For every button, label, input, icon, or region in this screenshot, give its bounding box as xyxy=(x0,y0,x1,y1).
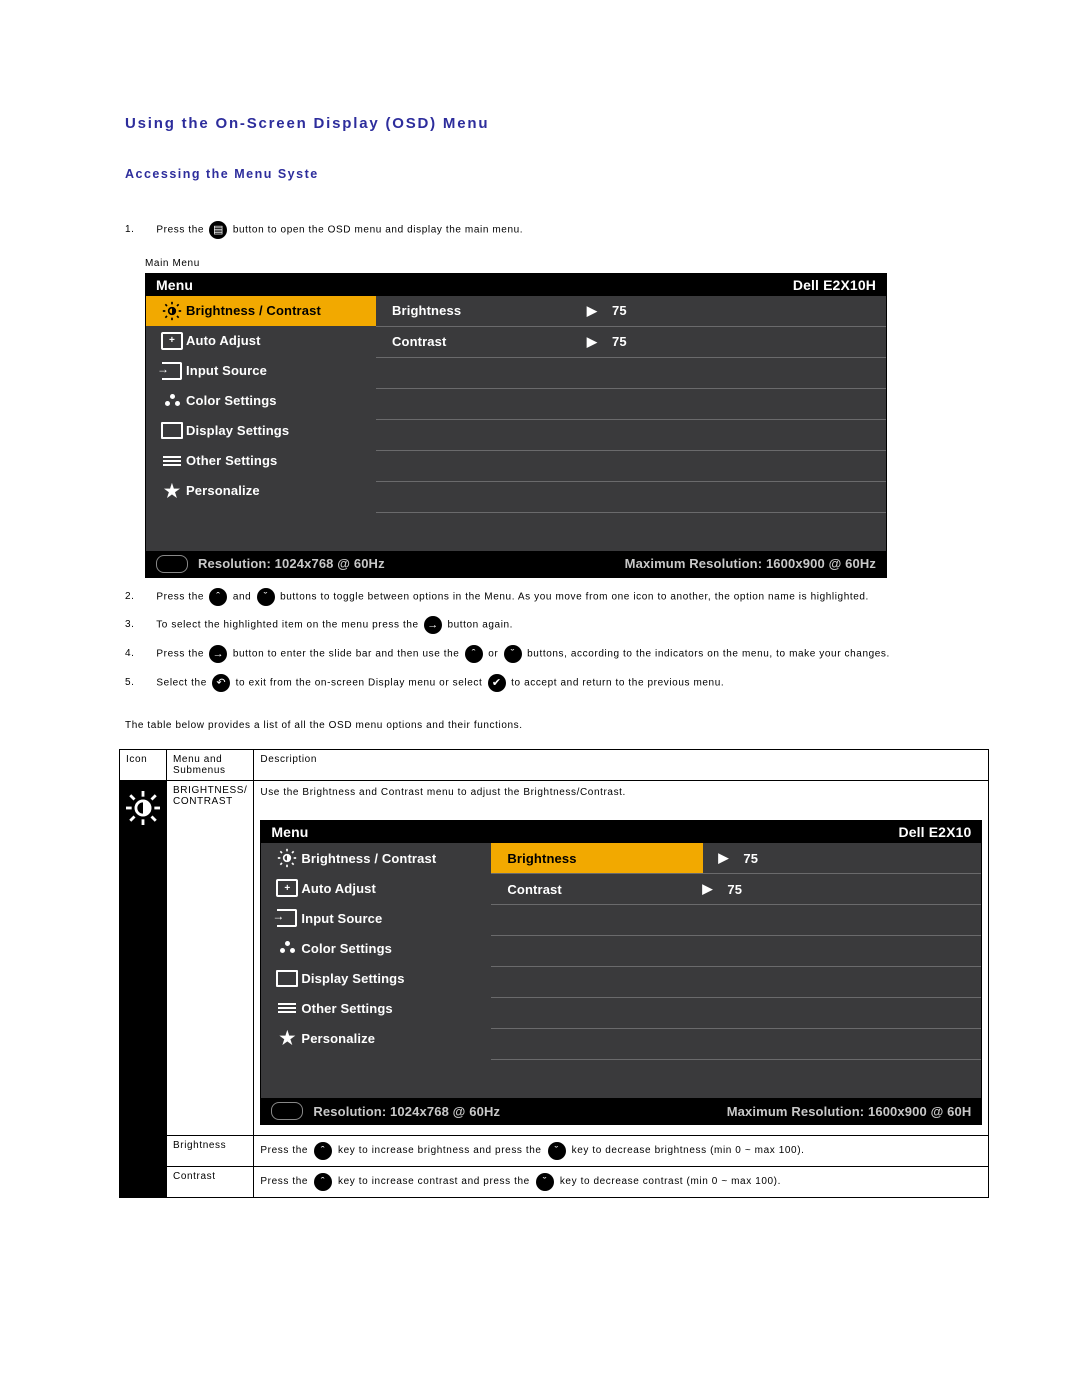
up-button-icon: ˆ xyxy=(314,1173,332,1191)
col-desc: Description xyxy=(254,750,989,781)
up-button-icon: ˆ xyxy=(465,645,483,663)
contrast-value: 75 xyxy=(727,882,777,897)
nav-color-settings[interactable]: Color Settings xyxy=(146,386,376,416)
color-settings-icon xyxy=(273,941,301,955)
enter-arrow-icon: ▶ xyxy=(687,881,727,897)
nav-auto-adjust[interactable]: + Auto Adjust xyxy=(146,326,376,356)
current-resolution: Resolution: 1024x768 @ 60Hz xyxy=(198,556,385,571)
back-button-icon: ↶ xyxy=(212,674,230,692)
osd-title: Menu xyxy=(271,824,308,840)
osd-model: Dell E2X10H xyxy=(793,277,876,293)
steps-list: 1. Press the ▤ button to open the OSD me… xyxy=(125,221,970,240)
personalize-icon: ★ xyxy=(273,1031,301,1045)
enter-button-icon: → xyxy=(424,616,442,634)
row-icon-brightness xyxy=(120,781,167,1198)
input-source-icon xyxy=(158,362,186,380)
page-heading: Using the On-Screen Display (OSD) Menu xyxy=(125,115,970,132)
section-heading: Accessing the Menu Syste xyxy=(125,167,970,181)
brightness-icon xyxy=(158,301,186,321)
main-menu-caption: Main Menu xyxy=(145,258,970,269)
nav-personalize[interactable]: ★ Personalize xyxy=(146,476,376,506)
nav-input-source[interactable]: Input Source xyxy=(261,903,491,933)
nav-brightness-contrast[interactable]: Brightness / Contrast xyxy=(146,296,376,326)
color-settings-icon xyxy=(158,394,186,408)
sub-contrast[interactable]: Contrast ▶ 75 xyxy=(491,874,981,905)
enter-button-icon: → xyxy=(209,645,227,663)
max-resolution: Maximum Resolution: 1600x900 @ 60H xyxy=(727,1104,972,1119)
osd-model: Dell E2X10 xyxy=(898,824,971,840)
sub-contrast[interactable]: Contrast ▶ 75 xyxy=(376,327,886,358)
row-desc-brightness-contrast: Use the Brightness and Contrast menu to … xyxy=(254,781,989,1136)
row-menu-brightness: Brightness xyxy=(167,1136,254,1167)
input-source-icon xyxy=(273,909,301,927)
ok-button-icon: ✔ xyxy=(488,674,506,692)
down-button-icon: ˇ xyxy=(257,588,275,606)
col-icon: Icon xyxy=(120,750,167,781)
max-resolution: Maximum Resolution: 1600x900 @ 60Hz xyxy=(625,556,876,571)
step-1: 1. Press the ▤ button to open the OSD me… xyxy=(125,221,970,240)
nav-display-settings[interactable]: Display Settings xyxy=(146,416,376,446)
current-resolution: Resolution: 1024x768 @ 60Hz xyxy=(313,1104,500,1119)
nav-color-settings[interactable]: Color Settings xyxy=(261,933,491,963)
sub-brightness[interactable]: Brightness ▶ 75 xyxy=(376,296,886,327)
table-intro: The table below provides a list of all t… xyxy=(125,720,970,731)
steps-list-cont: 2. Press the ˆ and ˇ buttons to toggle b… xyxy=(125,588,970,693)
other-settings-icon xyxy=(158,454,186,468)
col-menu: Menu and Submenus xyxy=(167,750,254,781)
nav-input-source[interactable]: Input Source xyxy=(146,356,376,386)
energy-logo-icon xyxy=(271,1102,303,1120)
step-2: 2. Press the ˆ and ˇ buttons to toggle b… xyxy=(125,588,970,607)
menu-button-icon: ▤ xyxy=(209,221,227,239)
nav-personalize[interactable]: ★Personalize xyxy=(261,1023,491,1053)
step-3: 3. To select the highlighted item on the… xyxy=(125,616,970,635)
sub-brightness[interactable]: Brightness ▶ 75 xyxy=(491,843,981,874)
brightness-icon xyxy=(273,848,301,868)
brightness-value: 75 xyxy=(743,851,793,866)
row-desc-brightness: Press the ˆ key to increase brightness a… xyxy=(254,1136,989,1167)
down-button-icon: ˇ xyxy=(548,1142,566,1160)
row-desc-contrast: Press the ˆ key to increase contrast and… xyxy=(254,1167,989,1198)
other-settings-icon xyxy=(273,1001,301,1015)
osd-main-menu: Menu Dell E2X10H Brightness / Contrast +… xyxy=(145,273,887,578)
up-button-icon: ˆ xyxy=(209,588,227,606)
nav-display-settings[interactable]: Display Settings xyxy=(261,963,491,993)
down-button-icon: ˇ xyxy=(536,1173,554,1191)
display-settings-icon xyxy=(273,970,301,987)
brightness-value: 75 xyxy=(612,303,662,318)
up-button-icon: ˆ xyxy=(314,1142,332,1160)
down-button-icon: ˇ xyxy=(504,645,522,663)
auto-adjust-icon: + xyxy=(158,332,186,350)
osd-title: Menu xyxy=(156,277,193,293)
step-5: 5. Select the ↶ to exit from the on-scre… xyxy=(125,674,970,693)
nav-brightness-contrast[interactable]: Brightness / Contrast xyxy=(261,843,491,873)
personalize-icon: ★ xyxy=(158,484,186,498)
row-menu-contrast: Contrast xyxy=(167,1167,254,1198)
enter-arrow-icon: ▶ xyxy=(572,334,612,350)
row-menu-brightness-contrast: BRIGHTNESS/ CONTRAST xyxy=(167,781,254,1136)
osd-brightness-submenu: Menu Dell E2X10 Brightness / Contrast xyxy=(260,820,982,1125)
nav-other-settings[interactable]: Other Settings xyxy=(146,446,376,476)
enter-arrow-icon: ▶ xyxy=(703,850,743,866)
step-4: 4. Press the → button to enter the slide… xyxy=(125,645,970,664)
auto-adjust-icon: + xyxy=(273,879,301,897)
nav-auto-adjust[interactable]: +Auto Adjust xyxy=(261,873,491,903)
contrast-value: 75 xyxy=(612,334,662,349)
osd-functions-table: Icon Menu and Submenus Description BRIGH… xyxy=(119,749,989,1198)
display-settings-icon xyxy=(158,422,186,439)
enter-arrow-icon: ▶ xyxy=(572,303,612,319)
nav-other-settings[interactable]: Other Settings xyxy=(261,993,491,1023)
energy-logo-icon xyxy=(156,555,188,573)
